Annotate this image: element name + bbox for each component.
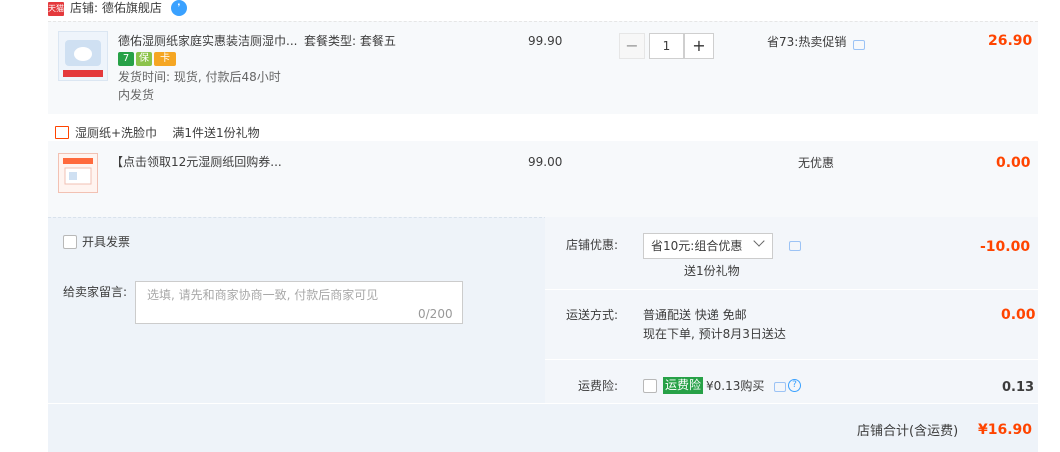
promotion-text: 无优惠 — [798, 156, 835, 170]
item-total: 0.00 — [996, 155, 1031, 171]
shipping-eta: 现在下单, 预计8月3日送达 — [643, 327, 786, 341]
divider — [48, 403, 1038, 404]
cart-item-row — [48, 141, 1038, 217]
shipping-time-cont: 内发货 — [118, 88, 155, 102]
coupon-thumbnail[interactable] — [58, 153, 98, 193]
note-label: 给卖家留言: — [63, 285, 128, 299]
item-total: 26.90 — [988, 33, 1033, 49]
insurance-badge: 运费险 — [663, 377, 704, 394]
divider — [545, 359, 1038, 360]
quantity-increase-button[interactable]: + — [684, 33, 714, 59]
shipping-time: 发货时间: 现货, 付款后48小时 — [118, 70, 281, 84]
seven-day-return-icon: 7 — [118, 52, 134, 66]
shop-name[interactable]: 店铺: 德佑旗舰店 — [70, 0, 162, 16]
unit-price: 99.90 — [528, 34, 563, 48]
message-icon[interactable] — [774, 382, 786, 392]
service-tags: 7保卡 — [118, 52, 178, 68]
promotion-text: 省73:热卖促销 — [767, 35, 847, 49]
shop-discount-label: 店铺优惠: — [566, 238, 619, 252]
discount-amount: -10.00 — [980, 239, 1031, 255]
shipping-label: 运送方式: — [566, 308, 619, 322]
shop-total-label: 店铺合计(含运费) — [857, 424, 959, 439]
tmall-badge: 天猫 — [48, 2, 64, 16]
product-title[interactable]: 德佑湿厕纸家庭实惠装洁厕湿巾... — [118, 33, 298, 49]
insurance-amount: 0.13 — [1002, 380, 1035, 395]
seller-note-placeholder: 选填, 请先和商家协商一致, 付款后商家可见 — [147, 288, 379, 302]
message-icon[interactable] — [789, 241, 801, 251]
chat-icon[interactable]: ❜ — [171, 0, 187, 16]
help-icon[interactable]: ? — [788, 379, 801, 392]
insurance-price: ¥0.13购买 — [706, 379, 765, 393]
shop-total-amount: ¥16.90 — [978, 422, 1033, 438]
shop-discount-selected: 省10元:组合优惠 — [651, 239, 743, 253]
message-icon[interactable] — [853, 40, 865, 50]
note-char-count: 0/200 — [418, 307, 453, 321]
divider — [545, 289, 1038, 290]
discount-gift-text: 送1份礼物 — [684, 264, 740, 278]
credit-card-icon: 卡 — [154, 52, 176, 66]
quantity-input[interactable]: 1 — [649, 33, 684, 59]
unit-price: 99.00 — [528, 155, 563, 169]
product-thumbnail[interactable] — [58, 31, 108, 81]
guarantee-icon: 保 — [136, 52, 152, 66]
quantity-decrease-button[interactable]: − — [619, 33, 645, 59]
insurance-checkbox[interactable] — [643, 379, 657, 393]
invoice-checkbox[interactable] — [63, 235, 77, 249]
insurance-label: 运费险: — [578, 379, 619, 393]
product-sku: 套餐类型: 套餐五 — [304, 34, 396, 48]
shipping-amount: 0.00 — [1001, 307, 1036, 323]
product-title[interactable]: 【点击领取12元湿厕纸回购券... — [111, 154, 282, 170]
shipping-method: 普通配送 快递 免邮 — [643, 308, 747, 322]
invoice-label[interactable]: 开具发票 — [82, 234, 130, 250]
gift-promo-text: 湿厕纸+洗脸巾 满1件送1份礼物 — [75, 126, 260, 140]
gift-icon — [55, 126, 69, 139]
